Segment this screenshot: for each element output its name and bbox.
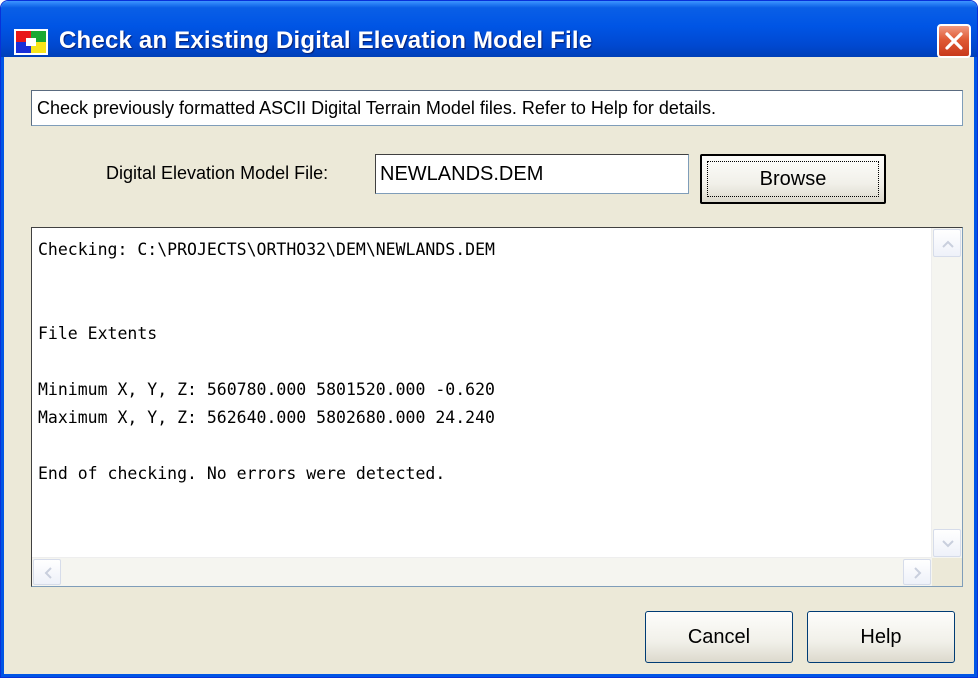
- chevron-up-icon: [942, 240, 954, 248]
- browse-button[interactable]: Browse: [700, 154, 886, 204]
- scrollbar-corner: [932, 558, 962, 586]
- output-line: File Extents: [38, 324, 158, 343]
- output-line: Minimum X, Y, Z: 560780.000 5801520.000 …: [38, 380, 495, 399]
- close-button[interactable]: [937, 24, 971, 58]
- help-button-label: Help: [860, 626, 902, 648]
- application-icon: [14, 29, 48, 55]
- output-line: Checking: C:\PROJECTS\ORTHO32\DEM\NEWLAN…: [38, 240, 495, 259]
- scroll-down-button[interactable]: [933, 529, 961, 557]
- output-line: End of checking. No errors were detected…: [38, 464, 446, 483]
- output-textarea[interactable]: Checking: C:\PROJECTS\ORTHO32\DEM\NEWLAN…: [31, 227, 963, 587]
- window-border-right: [974, 57, 977, 677]
- scroll-left-button[interactable]: [33, 559, 61, 585]
- scroll-right-button[interactable]: [903, 559, 931, 585]
- chevron-down-icon: [942, 540, 954, 548]
- close-icon: [945, 32, 963, 50]
- output-line: Maximum X, Y, Z: 562640.000 5802680.000 …: [38, 408, 495, 427]
- browse-button-label: Browse: [759, 168, 827, 190]
- window-title: Check an Existing Digital Elevation Mode…: [59, 27, 593, 54]
- chevron-right-icon: [914, 567, 922, 579]
- vertical-scrollbar[interactable]: [931, 228, 962, 558]
- cancel-button[interactable]: Cancel: [645, 611, 793, 663]
- output-text: Checking: C:\PROJECTS\ORTHO32\DEM\NEWLAN…: [38, 236, 928, 548]
- scroll-up-button[interactable]: [933, 229, 961, 257]
- window-border-left: [1, 57, 4, 677]
- help-button[interactable]: Help: [807, 611, 955, 663]
- title-bar[interactable]: Check an Existing Digital Elevation Mode…: [1, 1, 977, 58]
- description-field: Check previously formatted ASCII Digital…: [31, 90, 963, 126]
- dialog-window: Check an Existing Digital Elevation Mode…: [0, 0, 978, 678]
- horizontal-scrollbar[interactable]: [32, 557, 932, 586]
- cancel-button-label: Cancel: [687, 626, 751, 648]
- window-border-bottom: [1, 674, 977, 677]
- file-label: Digital Elevation Model File:: [106, 163, 329, 183]
- chevron-left-icon: [44, 567, 52, 579]
- file-input[interactable]: [375, 154, 689, 194]
